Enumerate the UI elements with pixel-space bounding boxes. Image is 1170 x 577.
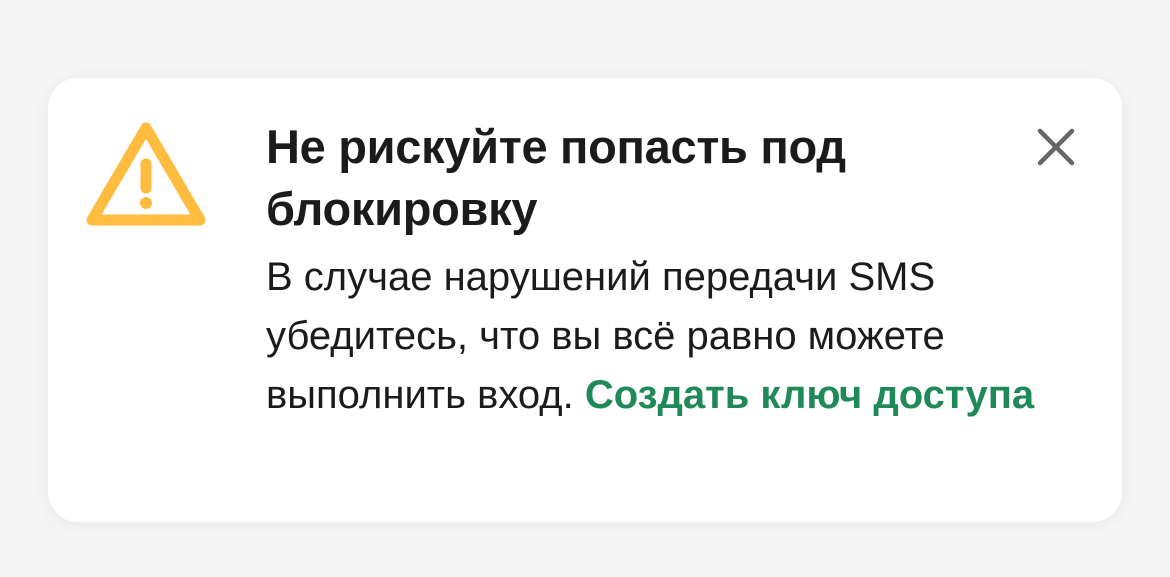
create-passkey-link[interactable]: Создать ключ доступа bbox=[585, 373, 1034, 417]
close-button[interactable] bbox=[1031, 122, 1081, 172]
warning-alert-card: Не рискуйте попасть под блокировку В слу… bbox=[48, 78, 1122, 522]
alert-content: Не рискуйте попасть под блокировку В слу… bbox=[266, 116, 1056, 425]
close-icon bbox=[1037, 128, 1075, 166]
alert-message: В случае нарушений передачи SMS убедитес… bbox=[266, 248, 1056, 425]
warning-triangle-icon bbox=[86, 122, 206, 226]
alert-title: Не рискуйте попасть под блокировку bbox=[266, 120, 846, 235]
